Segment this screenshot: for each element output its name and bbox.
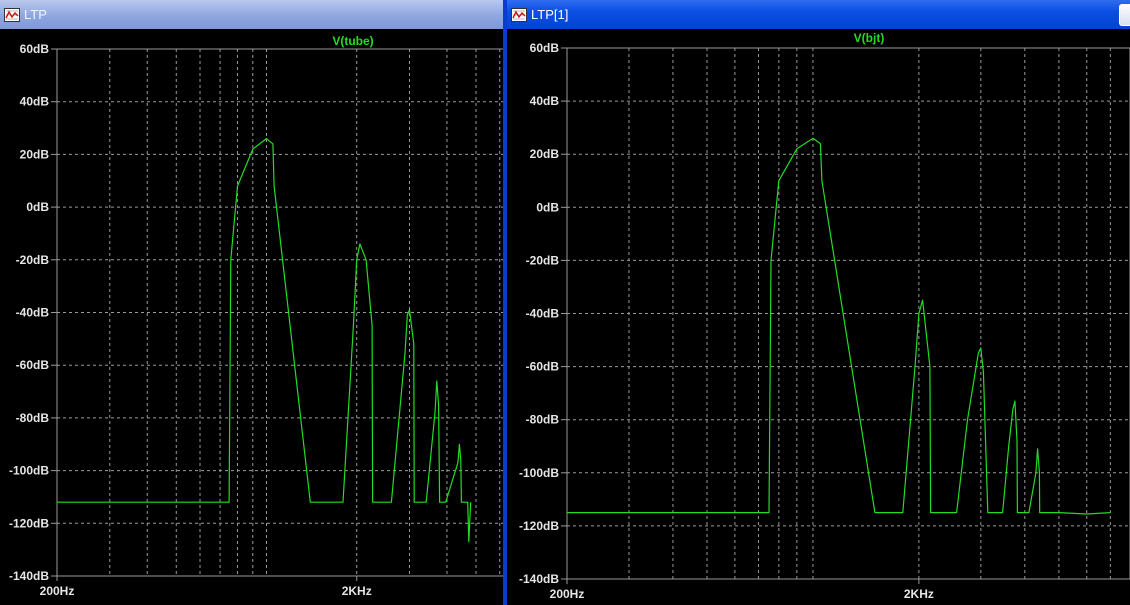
plot-window-ltp[interactable]: LTP 60dB 40dB 20dB 0dB -20dB -40dB -60dB -80dB -… bbox=[0, 0, 503, 605]
y-tick-label: 60dB bbox=[530, 41, 560, 55]
y-tick-label: 0dB bbox=[536, 200, 559, 214]
y-tick-label: -60dB bbox=[526, 360, 560, 374]
y-tick-label: 40dB bbox=[20, 95, 50, 109]
x-tick-label: 200Hz bbox=[550, 587, 585, 601]
y-tick-label: 60dB bbox=[20, 42, 50, 56]
y-tick-label: -120dB bbox=[9, 516, 49, 530]
y-tick-label: 0dB bbox=[26, 200, 49, 214]
trace-line bbox=[57, 138, 472, 543]
title-bar[interactable]: LTP[1] bbox=[507, 0, 1130, 29]
x-tick-label: 2KHz bbox=[904, 587, 934, 601]
waveform-app-icon bbox=[4, 7, 20, 22]
spectrum-chart[interactable]: 60dB 40dB 20dB 0dB -20dB -40dB -60dB -80dB -100d… bbox=[507, 29, 1130, 605]
plot-pane[interactable]: 60dB 40dB 20dB 0dB -20dB -40dB -60dB -80dB -100d… bbox=[507, 29, 1130, 605]
y-tick-label: -20dB bbox=[16, 253, 50, 267]
x-tick-label: 200Hz bbox=[40, 584, 75, 598]
y-tick-label: -140dB bbox=[9, 569, 49, 583]
y-tick-label: -100dB bbox=[9, 464, 49, 478]
y-tick-label: -140dB bbox=[519, 572, 559, 586]
window-title: LTP[1] bbox=[531, 7, 569, 22]
y-tick-label: 40dB bbox=[530, 94, 560, 108]
plot-window-ltp-1[interactable]: LTP[1] 60dB 40dB 20dB 0dB -20dB -40dB -60dB -80… bbox=[503, 0, 1130, 605]
y-tick-label: -120dB bbox=[519, 519, 559, 533]
window-title: LTP bbox=[24, 7, 47, 22]
trace-label[interactable]: V(tube) bbox=[332, 34, 373, 48]
minimize-button[interactable] bbox=[1119, 4, 1130, 26]
y-tick-label: -60dB bbox=[16, 358, 50, 372]
y-tick-label: -80dB bbox=[526, 413, 560, 427]
spectrum-chart[interactable]: 60dB 40dB 20dB 0dB -20dB -40dB -60dB -80dB -100d… bbox=[0, 29, 503, 605]
y-tick-label: -40dB bbox=[16, 306, 50, 320]
trace-label[interactable]: V(bjt) bbox=[854, 31, 885, 45]
trace-line bbox=[567, 137, 1111, 515]
y-tick-label: -80dB bbox=[16, 411, 50, 425]
y-tick-label: -20dB bbox=[526, 253, 560, 267]
title-bar[interactable]: LTP bbox=[0, 0, 503, 29]
y-tick-label: -100dB bbox=[519, 466, 559, 480]
plot-pane[interactable]: 60dB 40dB 20dB 0dB -20dB -40dB -60dB -80dB -100d… bbox=[0, 29, 503, 605]
y-tick-label: -40dB bbox=[526, 307, 560, 321]
waveform-app-icon bbox=[511, 7, 527, 22]
y-tick-label: 20dB bbox=[530, 147, 560, 161]
x-tick-label: 2KHz bbox=[342, 584, 372, 598]
y-tick-label: 20dB bbox=[20, 147, 50, 161]
